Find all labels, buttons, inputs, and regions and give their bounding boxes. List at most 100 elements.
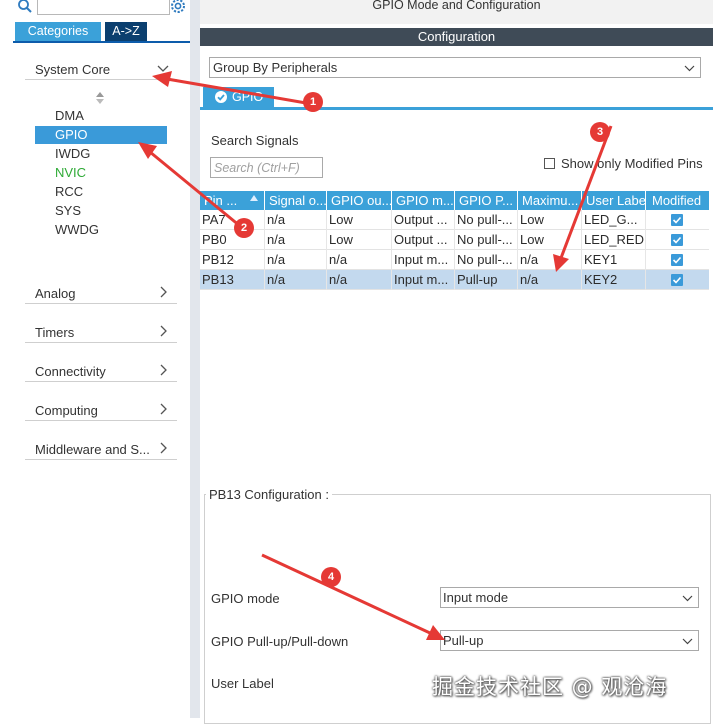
peripheral-item-gpio[interactable]: GPIO [35, 126, 167, 144]
cell-pull: Pull-up [455, 270, 518, 290]
col-signal[interactable]: Signal o... [265, 191, 327, 210]
gpio-mode-label: GPIO mode [211, 591, 280, 606]
cell-signal: n/a [265, 270, 327, 290]
category-label: System Core [35, 62, 111, 77]
category-timers[interactable]: Timers [25, 321, 177, 343]
category-computing[interactable]: Computing [25, 399, 177, 421]
cell-output: Low [327, 210, 392, 230]
annotation-badge-2: 2 [234, 218, 254, 238]
peripheral-item-wwdg[interactable]: WWDG [55, 221, 99, 239]
table-row[interactable]: PB0 n/a Low Output ... No pull-... Low L… [200, 230, 709, 250]
right-panel: GPIO Mode and Configuration Configuratio… [200, 0, 713, 724]
cell-pin: PB13 [200, 270, 265, 290]
cell-signal: n/a [265, 210, 327, 230]
group-by-value: Group By Peripherals [213, 60, 338, 75]
search-input[interactable] [37, 0, 170, 15]
show-modified-label: Show only Modified Pins [561, 156, 703, 171]
gpio-mode-value: Input mode [443, 590, 509, 605]
cell-pin: PB12 [200, 250, 265, 270]
panel-splitter[interactable] [190, 0, 200, 718]
category-system-core[interactable]: System Core [25, 58, 177, 80]
left-panel: Categories A->Z System Core DMA GPIO IWD… [13, 0, 190, 718]
signal-search-box [210, 157, 323, 178]
category-label: Connectivity [35, 364, 106, 379]
peripheral-item-iwdg[interactable]: IWDG [55, 145, 90, 163]
search-icon[interactable] [17, 0, 33, 14]
chevron-right-icon [160, 442, 167, 454]
sort-icon[interactable] [96, 92, 104, 104]
show-modified-checkbox[interactable] [544, 158, 555, 169]
category-label: Timers [35, 325, 75, 340]
user-label-label: User Label [211, 676, 274, 691]
annotation-badge-4: 4 [321, 567, 341, 587]
category-connectivity[interactable]: Connectivity [25, 360, 177, 382]
tab-underline [200, 107, 713, 110]
group-by-select[interactable]: Group By Peripherals [209, 57, 701, 78]
chevron-down-icon [157, 65, 169, 72]
annotation-badge-3: 3 [590, 122, 610, 142]
chevron-right-icon [160, 364, 167, 376]
cell-user-label: KEY1 [582, 250, 646, 270]
cell-pull: No pull-... [455, 210, 518, 230]
tab-categories[interactable]: Categories [15, 22, 101, 41]
cell-pin: PA7 [200, 210, 265, 230]
table-row-selected[interactable]: PB13 n/a n/a Input m... Pull-up n/a KEY2 [200, 270, 709, 290]
watermark: 掘金技术社区 @ 观沧海 [432, 675, 668, 699]
category-label: Middleware and S... [35, 442, 150, 457]
chevron-right-icon [160, 286, 167, 298]
chevron-right-icon [160, 403, 167, 415]
category-middleware[interactable]: Middleware and S... [25, 438, 177, 460]
modified-checkbox[interactable] [671, 274, 683, 286]
cell-mode: Output ... [392, 210, 455, 230]
col-max-speed[interactable]: Maximu... [518, 191, 582, 210]
annotation-badge-1: 1 [303, 92, 323, 112]
cell-pin: PB0 [200, 230, 265, 250]
check-icon [672, 236, 682, 244]
cell-max-speed: n/a [518, 270, 582, 290]
gpio-pull-label: GPIO Pull-up/Pull-down [211, 634, 349, 649]
cell-signal: n/a [265, 250, 327, 270]
peripheral-item-rcc[interactable]: RCC [55, 183, 83, 201]
col-gpio-output[interactable]: GPIO ou... [327, 191, 392, 210]
tab-gpio[interactable]: GPIO [203, 87, 274, 107]
col-user-label[interactable]: User Label [582, 191, 646, 210]
table-row[interactable]: PB12 n/a n/a Input m... No pull-... n/a … [200, 250, 709, 270]
category-tabs: Categories A->Z [13, 22, 190, 43]
modified-checkbox[interactable] [671, 214, 683, 226]
cell-mode: Output ... [392, 230, 455, 250]
tab-a-to-z[interactable]: A->Z [105, 22, 147, 41]
category-analog[interactable]: Analog [25, 282, 177, 304]
peripheral-item-dma[interactable]: DMA [55, 107, 84, 125]
col-gpio-pull[interactable]: GPIO P... [455, 191, 518, 210]
cell-output: n/a [327, 250, 392, 270]
gpio-pull-select[interactable]: Pull-up [440, 630, 699, 651]
search-signals-label: Search Signals [211, 133, 299, 148]
configuration-bar: Configuration [200, 28, 713, 46]
chevron-down-icon [684, 65, 695, 72]
peripheral-item-sys[interactable]: SYS [55, 202, 81, 220]
chevron-down-icon [682, 638, 693, 645]
check-icon [672, 216, 682, 224]
col-modified[interactable]: Modified [646, 191, 709, 210]
signal-search-input[interactable] [211, 158, 322, 177]
cell-output: n/a [327, 270, 392, 290]
category-label: Computing [35, 403, 98, 418]
modified-checkbox[interactable] [671, 254, 683, 266]
chevron-right-icon [160, 325, 167, 337]
cell-pull: No pull-... [455, 230, 518, 250]
category-label: Analog [35, 286, 76, 301]
cell-max-speed: Low [518, 210, 582, 230]
cell-user-label: LED_G... [582, 210, 646, 230]
table-row[interactable]: PA7 n/a Low Output ... No pull-... Low L… [200, 210, 709, 230]
table-header: Pin ... Signal o... GPIO ou... GPIO m...… [200, 191, 709, 210]
gpio-pull-value: Pull-up [443, 633, 484, 648]
check-circle-icon [215, 91, 227, 103]
peripheral-item-nvic[interactable]: NVIC [55, 164, 86, 182]
sort-ascending-icon [250, 195, 258, 201]
modified-checkbox[interactable] [671, 234, 683, 246]
cell-user-label: LED_RED [582, 230, 646, 250]
gpio-mode-select[interactable]: Input mode [440, 587, 699, 608]
pin-configuration-title: PB13 Configuration : [206, 487, 332, 502]
gear-icon[interactable] [169, 0, 187, 15]
col-gpio-mode[interactable]: GPIO m... [392, 191, 455, 210]
